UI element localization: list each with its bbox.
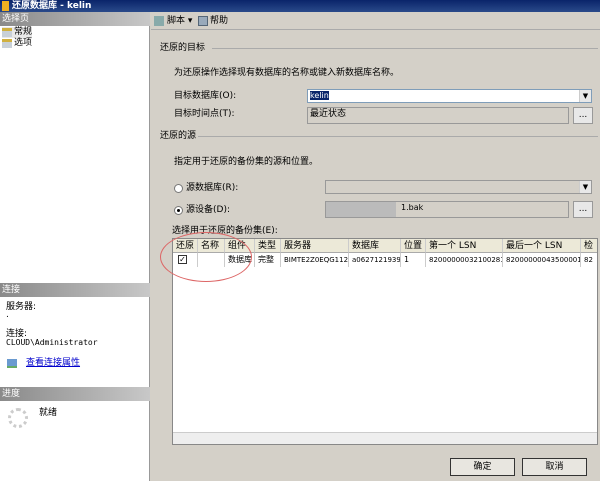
target-time-browse-button[interactable]: ... — [573, 107, 593, 124]
left-panel: 选择页 常规 选项 连接 服务器: . 连接: CLOUD\Administra… — [0, 12, 150, 481]
col-header[interactable]: 最后一个 LSN — [503, 239, 581, 253]
section-title: 还原的目标 — [160, 43, 206, 53]
select-page-header: 选择页 — [0, 12, 150, 26]
page-icon — [2, 28, 12, 37]
position-cell: 1 — [401, 253, 426, 267]
window-title: 还原数据库 - kelin — [12, 1, 92, 11]
progress-status: 就绪 — [39, 408, 58, 418]
destination-section: 还原的目标 — [160, 42, 598, 54]
cancel-button[interactable]: 取消 — [522, 458, 587, 476]
col-header[interactable]: 第一个 LSN — [426, 239, 503, 253]
col-header[interactable]: 位置 — [401, 239, 426, 253]
database-cell: a0627121939 — [349, 253, 401, 267]
page-label: 选项 — [14, 38, 33, 48]
progress-header: 进度 — [0, 387, 150, 401]
script-label: 脚本 — [167, 16, 186, 26]
from-device-label: 源设备(D): — [186, 205, 230, 215]
from-database-radio[interactable] — [174, 184, 183, 193]
connection-header: 连接 — [0, 283, 150, 297]
from-database-label: 源数据库(R): — [186, 183, 239, 193]
title-bar: 还原数据库 - kelin — [0, 0, 600, 12]
server-value: . — [6, 310, 9, 320]
col-header[interactable]: 服务器 — [281, 239, 349, 253]
section-title: 还原的源 — [160, 131, 197, 141]
page-general[interactable]: 常规 — [2, 27, 33, 38]
page-label: 常规 — [14, 27, 33, 37]
chevron-down-icon[interactable]: ▼ — [579, 90, 591, 102]
database-icon — [2, 1, 9, 11]
ok-button[interactable]: 确定 — [450, 458, 515, 476]
divider — [198, 136, 598, 137]
target-db-label: 目标数据库(O): — [174, 91, 237, 101]
target-time-field[interactable]: 最近状态 — [307, 107, 569, 124]
check-cell: 82 — [581, 253, 597, 267]
chevron-down-icon[interactable]: ▼ — [579, 181, 591, 193]
help-button[interactable]: 帮助 — [210, 12, 228, 30]
annotation-circle — [160, 232, 252, 282]
connection-properties-icon — [7, 359, 17, 368]
col-header[interactable]: 类型 — [255, 239, 281, 253]
target-time-label: 目标时间点(T): — [174, 109, 235, 119]
view-connection-properties-link[interactable]: 查看连接属性 — [26, 357, 80, 369]
from-device-radio[interactable] — [174, 206, 183, 215]
device-path-field[interactable]: 1.bak — [325, 201, 569, 218]
col-header[interactable]: 检 — [581, 239, 597, 253]
target-db-select[interactable]: kelin ▼ — [307, 89, 592, 103]
page-icon — [2, 39, 12, 48]
type-cell: 完整 — [255, 253, 281, 267]
divider — [212, 48, 598, 49]
connection-value: CLOUD\Administrator — [6, 338, 98, 347]
server-cell: BIMTE2Z0EQG112I — [281, 253, 349, 267]
source-description: 指定用于还原的备份集的源和位置。 — [174, 157, 319, 167]
last-lsn-cell: 82000000043500001 — [503, 253, 581, 267]
target-db-value: kelin — [310, 91, 329, 100]
toolbar: 脚本 ▾ 帮助 — [151, 12, 600, 30]
col-header[interactable]: 数据库 — [349, 239, 401, 253]
source-section: 还原的源 — [160, 130, 598, 142]
script-button[interactable]: 脚本 ▾ — [167, 12, 192, 30]
page-options[interactable]: 选项 — [2, 38, 32, 49]
script-icon — [154, 16, 164, 26]
progress-spinner-icon — [8, 408, 28, 428]
horizontal-scrollbar[interactable] — [173, 432, 597, 444]
help-icon — [198, 16, 208, 26]
server-label: 服务器: — [6, 302, 37, 312]
device-browse-button[interactable]: ... — [573, 201, 593, 218]
first-lsn-cell: 82000000032100281 — [426, 253, 503, 267]
from-database-select[interactable]: ▼ — [325, 180, 592, 194]
destination-description: 为还原操作选择现有数据库的名称或键入新数据库名称。 — [174, 68, 400, 78]
